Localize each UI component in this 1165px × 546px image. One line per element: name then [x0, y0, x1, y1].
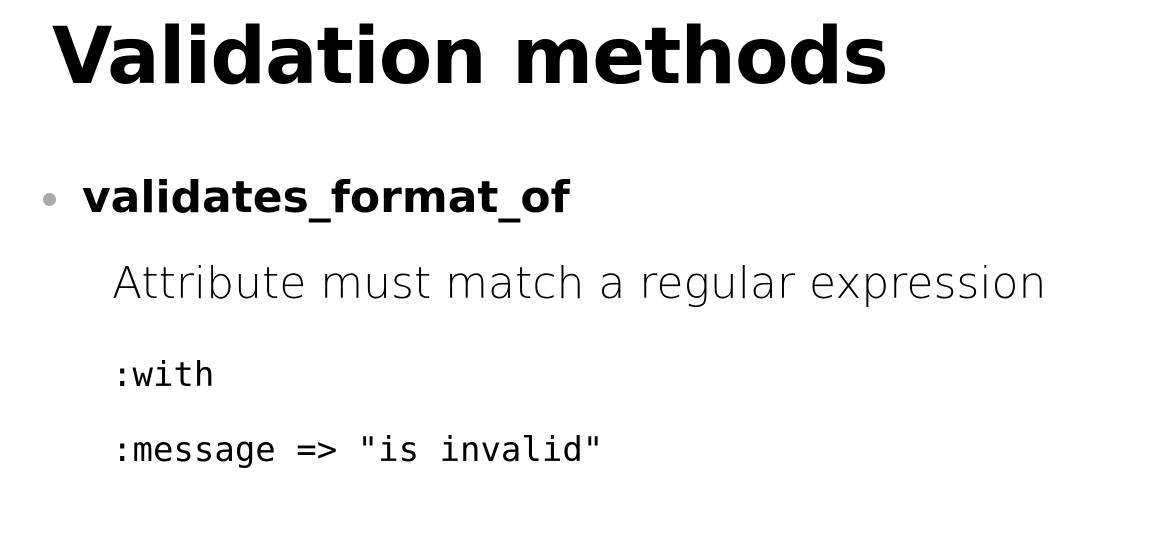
option-message: :message => "is invalid" — [112, 430, 604, 470]
bullet-icon — [43, 193, 56, 206]
option-with: :with — [112, 355, 215, 395]
method-description: Attribute must match a regular expressio… — [112, 258, 1047, 309]
slide-title: Validation methods — [52, 12, 889, 102]
method-name: validates_format_of — [82, 172, 570, 223]
